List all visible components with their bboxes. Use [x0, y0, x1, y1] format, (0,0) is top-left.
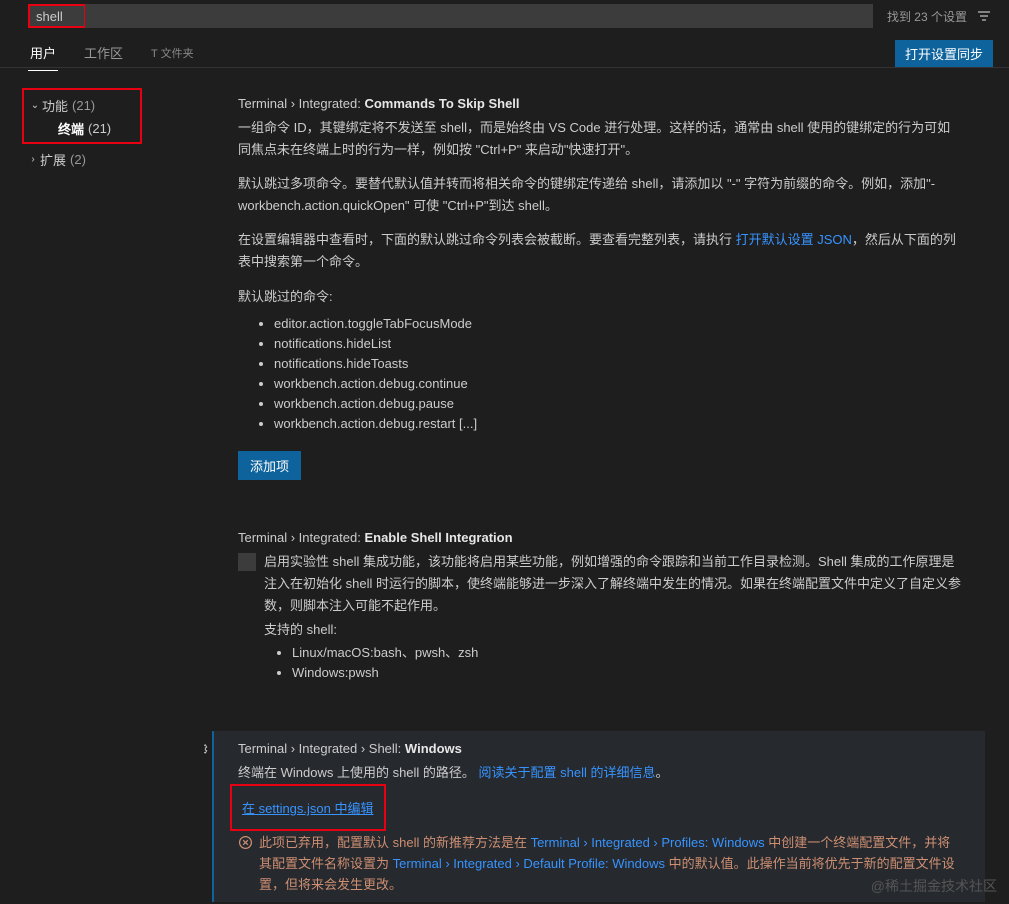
toc-terminal[interactable]: 终端 (21) [28, 117, 136, 140]
search-result-count: 找到 23 个设置 [873, 8, 975, 25]
setting-description: 一组命令 ID，其键绑定将不发送至 shell，而是始终由 VS Code 进行… [238, 117, 961, 480]
toc-feature-label: 功能 [42, 96, 68, 115]
setting-commands-to-skip-shell: Terminal › Integrated: Commands To Skip … [212, 86, 985, 496]
profiles-windows-link[interactable]: Terminal › Integrated › Profiles: Window… [531, 835, 765, 850]
list-item: workbench.action.debug.continue [274, 374, 961, 394]
toc-terminal-count: (21) [88, 121, 111, 136]
list-item: workbench.action.debug.pause [274, 394, 961, 414]
toc-extension[interactable]: › 扩展 (2) [26, 148, 204, 171]
toc-feature-count: (21) [72, 98, 95, 113]
setting-title: Terminal › Integrated: Commands To Skip … [238, 96, 961, 111]
tab-folder[interactable]: T 文件夹 [149, 39, 196, 69]
edit-in-settings-json-link[interactable]: 在 settings.json 中编辑 [242, 798, 374, 817]
toc-terminal-label: 终端 [58, 119, 84, 138]
toc-highlight: ⌄ 功能 (21) 终端 (21) [22, 88, 142, 144]
default-profile-windows-link[interactable]: Terminal › Integrated › Default Profile:… [393, 856, 665, 871]
tab-user[interactable]: 用户 [28, 37, 58, 71]
chevron-down-icon: ⌄ [28, 100, 42, 111]
settings-search-input[interactable] [28, 4, 86, 28]
setting-title: Terminal › Integrated › Shell: Windows [238, 741, 961, 756]
list-item: notifications.hideToasts [274, 354, 961, 374]
settings-search-input-ext[interactable] [85, 4, 873, 28]
enable-shell-integration-checkbox[interactable] [238, 553, 256, 571]
setting-enable-shell-integration: Terminal › Integrated: Enable Shell Inte… [212, 520, 985, 712]
setting-shell-windows: Terminal › Integrated › Shell: Windows 终… [212, 731, 985, 902]
error-icon [238, 835, 253, 857]
filter-icon[interactable] [975, 7, 993, 25]
open-default-settings-json-link[interactable]: 打开默认设置 JSON [736, 232, 852, 247]
list-item: editor.action.toggleTabFocusMode [274, 314, 961, 334]
deprecation-notice: 此项已弃用，配置默认 shell 的新推荐方法是在 Terminal › Int… [238, 833, 961, 895]
list-item: Windows:pwsh [292, 663, 961, 683]
setting-description: 启用实验性 shell 集成功能，该功能将启用某些功能，例如增强的命令跟踪和当前… [264, 551, 961, 696]
list-item: notifications.hideList [274, 334, 961, 354]
toc-extension-count: (2) [70, 152, 86, 167]
setting-description: 终端在 Windows 上使用的 shell 的路径。 阅读关于配置 shell… [238, 762, 961, 784]
settings-content[interactable]: Terminal › Integrated: Commands To Skip … [204, 68, 1009, 902]
tab-workspace[interactable]: 工作区 [82, 37, 125, 70]
edit-in-settings-json-highlight: 在 settings.json 中编辑 [230, 784, 386, 831]
settings-toc: ⌄ 功能 (21) 终端 (21) › 扩展 (2) [0, 68, 204, 902]
watermark: @稀土掘金技术社区 [871, 876, 997, 896]
read-shell-config-link[interactable]: 阅读关于配置 shell 的详细信息 [479, 765, 656, 780]
toc-extension-label: 扩展 [40, 150, 66, 169]
toc-feature[interactable]: ⌄ 功能 (21) [28, 94, 136, 117]
chevron-right-icon: › [26, 154, 40, 165]
open-settings-sync-button[interactable]: 打开设置同步 [895, 40, 993, 67]
setting-title: Terminal › Integrated: Enable Shell Inte… [238, 530, 961, 545]
skipped-commands-list: editor.action.toggleTabFocusMode notific… [238, 314, 961, 435]
list-item: workbench.action.debug.restart [...] [274, 414, 961, 434]
list-item: Linux/macOS:bash、pwsh、zsh [292, 643, 961, 663]
add-item-button[interactable]: 添加项 [238, 451, 301, 480]
gear-icon[interactable] [204, 741, 208, 760]
